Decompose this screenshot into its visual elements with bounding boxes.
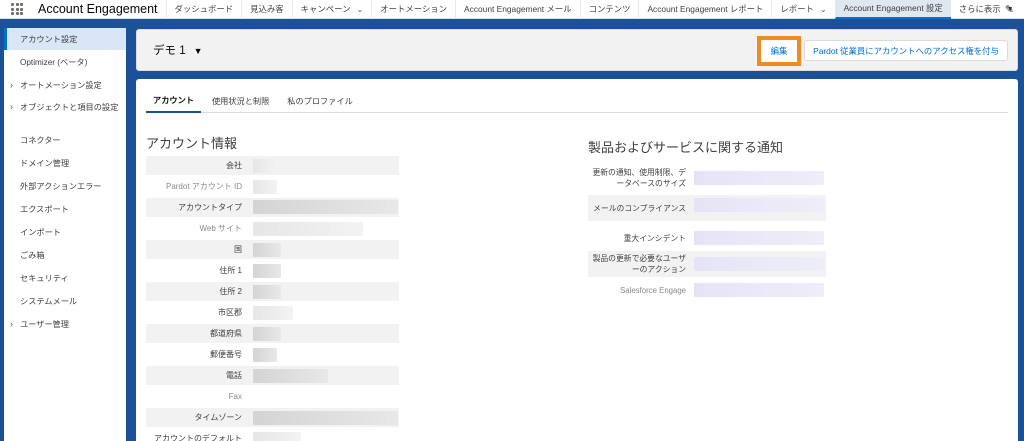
nav-item-ae-reports[interactable]: Account Engagement レポート	[638, 0, 771, 19]
sidebar-item-security[interactable]: セキュリティ	[4, 266, 126, 289]
field-label: Fax	[228, 392, 242, 401]
sidebar-item-account-settings[interactable]: アカウント設定	[4, 28, 126, 50]
chevron-down-icon[interactable]: ⌄	[357, 5, 364, 14]
notifications-title: 製品およびサービスに関する通知	[588, 140, 784, 155]
nav-item-campaigns[interactable]: キャンペーン ⌄	[291, 0, 372, 19]
nav-item-dashboard[interactable]: ダッシュボード	[165, 0, 242, 19]
sidebar-item-user-management[interactable]: › ユーザー管理	[4, 312, 126, 335]
field-label: 住所 1	[219, 266, 242, 275]
main-content: アカウント 使用状況と制限 私のプロファイル アカウント情報 会社 Pardot…	[136, 79, 1018, 441]
redacted-value	[694, 198, 824, 212]
sidebar-item-system-email[interactable]: システムメール	[4, 289, 126, 312]
redacted-value	[694, 283, 824, 297]
redacted-value	[253, 348, 277, 362]
top-nav: Account Engagement ダッシュボード 見込み客 キャンペーン ⌄ …	[0, 0, 1024, 19]
sidebar-item-recycle-bin[interactable]: ごみ箱	[4, 243, 126, 266]
nav-item-content[interactable]: コンテンツ	[579, 0, 639, 19]
field-label: 電話	[226, 371, 242, 380]
notification-label: 製品の更新で必要なユーザーのアクション	[592, 254, 686, 274]
chevron-right-icon: ›	[10, 101, 13, 112]
redacted-value	[694, 231, 824, 245]
field-label: 会社	[226, 161, 242, 170]
field-row: Fax	[146, 387, 399, 406]
nav-item-prospects[interactable]: 見込み客	[241, 0, 292, 19]
field-label: Pardot アカウント ID	[165, 182, 242, 191]
redacted-value	[253, 180, 277, 194]
redacted-value	[694, 171, 824, 185]
field-label: 住所 2	[219, 287, 242, 296]
field-label: 郵便番号	[210, 350, 242, 359]
record-title[interactable]: デモ 1 ▼	[153, 42, 203, 58]
nav-item-reports[interactable]: レポート ⌄	[771, 0, 834, 19]
field-label: 市区郡	[218, 308, 242, 317]
nav-item-automation[interactable]: オートメーション	[371, 0, 455, 19]
account-info-title: アカウント情報	[146, 136, 238, 151]
tab-usage-limits[interactable]: 使用状況と制限	[205, 89, 276, 113]
notification-label: メールのコンプライアンス	[593, 203, 686, 213]
chevron-right-icon: ›	[10, 79, 13, 90]
app-name: Account Engagement	[38, 2, 158, 16]
sidebar-item-domain-management[interactable]: ドメイン管理	[4, 151, 126, 174]
sidebar-item-import[interactable]: インポート	[4, 220, 126, 243]
redacted-value	[253, 411, 398, 425]
tab-bar: アカウント 使用状況と制限 私のプロファイル	[146, 89, 1008, 113]
redacted-value	[253, 285, 281, 299]
redacted-value	[253, 327, 281, 341]
redacted-value	[253, 306, 293, 320]
sidebar: アカウント設定 Optimizer (ベータ) › オートメーション設定 › オブジ…	[4, 28, 126, 441]
caret-down-icon[interactable]: ▼	[194, 46, 203, 56]
sidebar-item-export[interactable]: エクスポート	[4, 197, 126, 220]
tab-account[interactable]: アカウント	[146, 89, 201, 113]
field-label: アカウントのデフォルト	[154, 434, 242, 441]
app-launcher-icon[interactable]	[11, 3, 25, 15]
redacted-value	[253, 369, 328, 383]
sidebar-item-optimizer[interactable]: Optimizer (ベータ)	[4, 50, 126, 73]
redacted-value	[253, 200, 398, 214]
notification-label: 重大インシデント	[623, 233, 686, 243]
record-header: デモ 1 ▼ 編集 Pardot 従業員にアカウントへのアクセス権を付与	[136, 29, 1018, 71]
edit-button[interactable]: 編集	[757, 36, 801, 66]
sidebar-item-external-action-errors[interactable]: 外部アクションエラー	[4, 174, 126, 197]
nav-item-ae-settings[interactable]: Account Engagement 設定	[834, 0, 951, 19]
field-label: アカウントタイプ	[178, 203, 242, 212]
redacted-value	[253, 432, 301, 441]
redacted-value	[253, 222, 363, 236]
chevron-down-icon[interactable]: ⌄	[820, 5, 827, 14]
nav-item-ae-email[interactable]: Account Engagement メール	[455, 0, 580, 19]
pencil-icon[interactable]: ✎	[1005, 3, 1014, 16]
redacted-value	[253, 159, 277, 173]
sidebar-item-automation-settings[interactable]: › オートメーション設定	[4, 73, 126, 96]
redacted-value	[253, 264, 281, 278]
field-label: タイムゾーン	[194, 413, 242, 422]
redacted-value	[694, 257, 824, 271]
field-label: 国	[234, 245, 242, 254]
notification-label: Salesforce Engage	[620, 285, 686, 295]
sidebar-item-connectors[interactable]: コネクター	[4, 128, 126, 151]
tab-my-profile[interactable]: 私のプロファイル	[280, 89, 360, 113]
redacted-value	[253, 243, 281, 257]
field-label: Web サイト	[199, 224, 242, 233]
sidebar-item-object-field-settings[interactable]: › オブジェクトと項目の設定	[4, 96, 126, 128]
notification-label: 更新の通知、使用制限、データベースのサイズ	[592, 168, 686, 188]
grant-access-button[interactable]: Pardot 従業員にアカウントへのアクセス権を付与	[804, 40, 1008, 61]
chevron-right-icon: ›	[10, 318, 13, 329]
field-label: 都道府県	[210, 329, 242, 338]
